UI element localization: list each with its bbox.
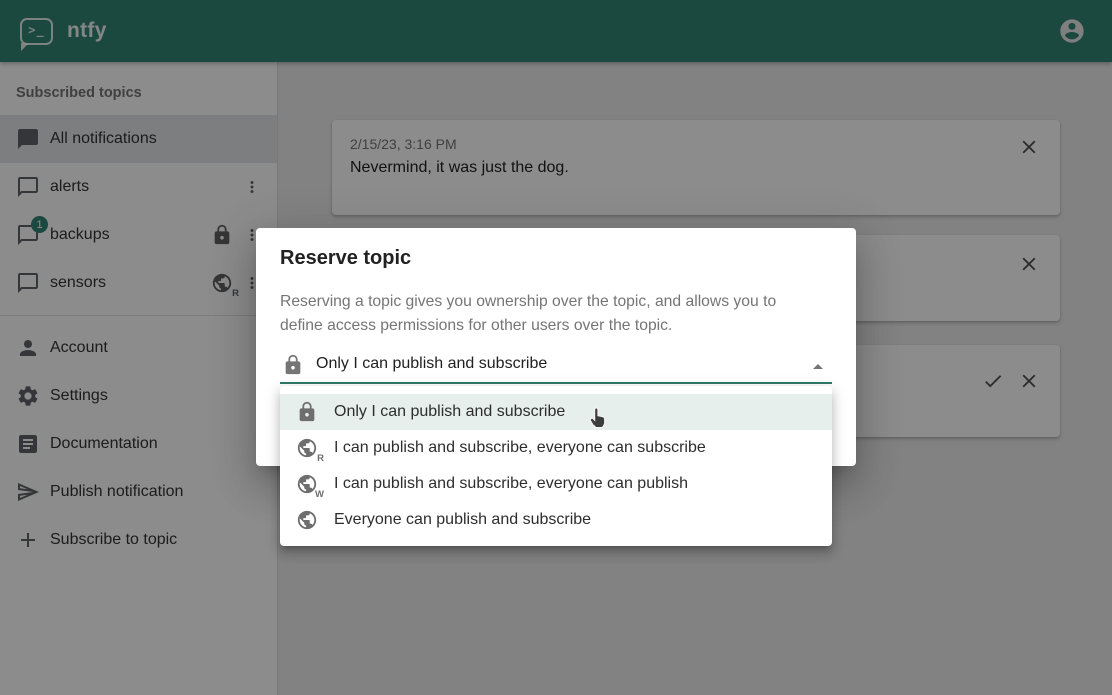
lock-icon	[296, 401, 318, 423]
globe-icon	[296, 509, 318, 531]
globe-write-icon: W	[296, 473, 318, 495]
menu-option-only-me[interactable]: Only I can publish and subscribe	[280, 394, 832, 430]
dialog-title: Reserve topic	[280, 247, 411, 270]
access-permission-menu: Only I can publish and subscribe R I can…	[280, 386, 832, 546]
globe-read-icon: R	[296, 437, 318, 459]
menu-option-label: I can publish and subscribe, everyone ca…	[334, 439, 706, 457]
menu-option-everyone[interactable]: Everyone can publish and subscribe	[280, 502, 832, 538]
access-permission-select[interactable]: Only I can publish and subscribe	[280, 350, 832, 382]
globe-letter-r: R	[317, 454, 324, 464]
select-value: Only I can publish and subscribe	[316, 355, 547, 373]
menu-option-everyone-read[interactable]: R I can publish and subscribe, everyone …	[280, 430, 832, 466]
dialog-description: Reserving a topic gives you ownership ov…	[280, 290, 796, 338]
globe-letter-w: W	[315, 490, 324, 500]
menu-option-label: Only I can publish and subscribe	[334, 403, 565, 421]
lock-icon	[282, 354, 304, 376]
menu-option-label: I can publish and subscribe, everyone ca…	[334, 475, 688, 493]
select-underline	[280, 382, 832, 384]
chevron-up-icon	[806, 355, 830, 379]
menu-option-label: Everyone can publish and subscribe	[334, 511, 591, 529]
menu-option-everyone-write[interactable]: W I can publish and subscribe, everyone …	[280, 466, 832, 502]
